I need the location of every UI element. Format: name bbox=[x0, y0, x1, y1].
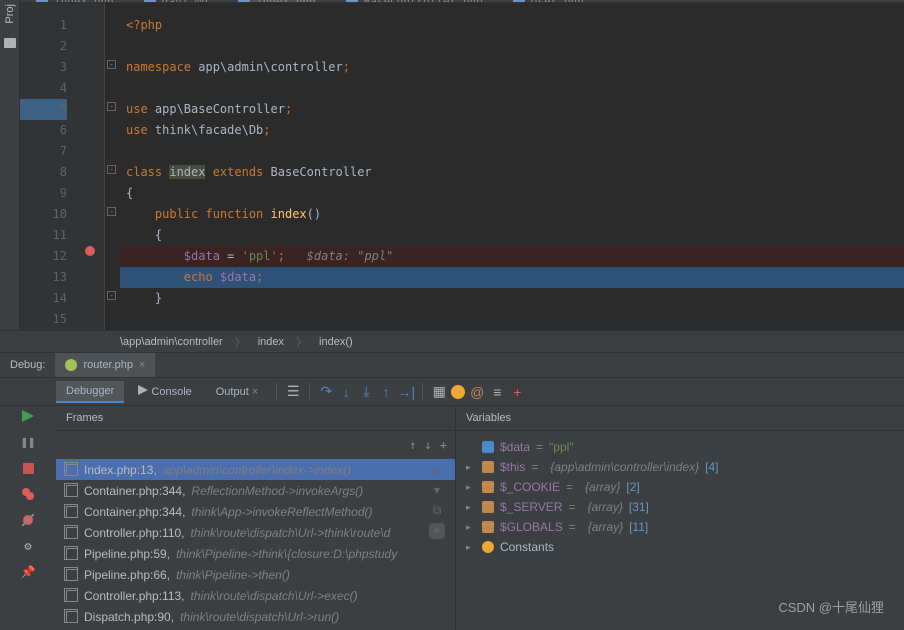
stop-icon[interactable] bbox=[20, 460, 36, 476]
frame-item[interactable]: Pipeline.php:59, think\Pipeline->think\{… bbox=[56, 543, 455, 564]
watch-icon[interactable] bbox=[451, 385, 465, 399]
var-type-icon bbox=[482, 461, 494, 473]
var-type-icon bbox=[482, 441, 494, 453]
debug-toolbar: Debugger Console Output × ☰ ↷ ↓ ⤓ ↑ →| ▦… bbox=[0, 378, 904, 406]
frames-panel: Frames ↑ ↓ + ▴ ▾ ⧉ ⚭ Index.php:13, app\a… bbox=[56, 406, 456, 630]
output-view-tab[interactable]: Output × bbox=[206, 382, 269, 402]
stack-icon bbox=[66, 569, 78, 581]
variable-item[interactable]: ▸$GLOBALS = {array} [11] bbox=[466, 517, 894, 537]
var-type-icon bbox=[482, 541, 494, 553]
mute-breakpoints-icon[interactable] bbox=[20, 512, 36, 528]
view-breakpoints-icon[interactable] bbox=[20, 486, 36, 502]
gutter-marks bbox=[75, 3, 105, 330]
evaluate-icon[interactable]: ▦ bbox=[431, 384, 447, 400]
run-to-cursor-icon[interactable]: →| bbox=[398, 384, 414, 400]
breakpoint-icon[interactable] bbox=[85, 246, 95, 256]
fold-icon[interactable]: - bbox=[107, 165, 116, 174]
stack-icon bbox=[66, 464, 78, 476]
line-numbers: 123456789101112131415 bbox=[20, 3, 75, 330]
fold-icon[interactable]: - bbox=[107, 60, 116, 69]
close-icon[interactable]: × bbox=[252, 386, 258, 398]
variables-header: Variables bbox=[456, 406, 904, 431]
var-type-icon bbox=[482, 521, 494, 533]
breadcrumb-part[interactable]: index() bbox=[319, 336, 353, 348]
frame-item[interactable]: Pipeline.php:66, think\Pipeline->then() bbox=[56, 564, 455, 585]
variable-item[interactable]: ▸$_COOKIE = {array} [2] bbox=[466, 477, 894, 497]
frame-item[interactable]: Dispatch.php:90, think\route\dispatch\Ur… bbox=[56, 606, 455, 627]
debug-side-toolbar: ❚❚ ⚙ 📌 bbox=[0, 406, 56, 630]
debug-label: Debug: bbox=[0, 359, 55, 371]
frame-item[interactable]: Index.php:13, app\admin\controller\index… bbox=[56, 459, 455, 480]
stack-icon bbox=[66, 506, 78, 518]
variable-item[interactable]: ▸$_SERVER = {array} [31] bbox=[466, 497, 894, 517]
code-editor[interactable]: 123456789101112131415 - - - - - <?php na… bbox=[20, 3, 904, 330]
add-frame-icon[interactable]: + bbox=[440, 438, 447, 452]
console-view-tab[interactable]: Console bbox=[128, 381, 201, 402]
step-into-icon[interactable]: ↓ bbox=[338, 384, 354, 400]
editor-area: index.php day1.md index.php BaseControll… bbox=[20, 0, 904, 330]
frame-item[interactable]: Container.php:344, ReflectionMethod->inv… bbox=[56, 480, 455, 501]
pause-icon[interactable]: ❚❚ bbox=[20, 434, 36, 450]
step-over-icon[interactable]: ↷ bbox=[318, 384, 334, 400]
stack-icon bbox=[66, 527, 78, 539]
folder-icon[interactable] bbox=[4, 38, 16, 48]
variable-item[interactable]: $data = "ppl" bbox=[466, 437, 894, 457]
fold-icon[interactable]: - bbox=[107, 102, 116, 111]
code-content[interactable]: <?php namespace app\admin\controller; us… bbox=[120, 3, 904, 330]
project-label[interactable]: Proj bbox=[4, 4, 16, 24]
var-type-icon bbox=[482, 501, 494, 513]
stack-icon bbox=[66, 590, 78, 602]
tab-basecontroller[interactable]: BaseController.php bbox=[346, 0, 483, 2]
project-sidebar: Proj bbox=[0, 0, 20, 330]
force-step-into-icon[interactable]: ⤓ bbox=[358, 384, 374, 400]
tab-index-php-1[interactable]: index.php bbox=[36, 0, 114, 2]
frames-list[interactable]: ▴ ▾ ⧉ ⚭ Index.php:13, app\admin\controll… bbox=[56, 459, 455, 630]
watermark: CSDN @十尾仙狸 bbox=[778, 597, 884, 616]
tab-day1-md[interactable]: day1.md bbox=[144, 0, 208, 2]
play-icon bbox=[138, 385, 148, 395]
threads-icon[interactable]: ☰ bbox=[285, 384, 301, 400]
at-icon[interactable]: @ bbox=[469, 384, 485, 400]
stack-icon bbox=[66, 611, 78, 623]
frames-header: Frames bbox=[56, 406, 455, 431]
settings-icon[interactable]: ⚙ bbox=[20, 538, 36, 554]
variable-item[interactable]: ▸Constants bbox=[466, 537, 894, 557]
scroll-up-icon[interactable]: ▴ bbox=[429, 463, 445, 479]
chevron-right-icon: 〉 bbox=[235, 334, 246, 350]
debug-tab-router[interactable]: router.php × bbox=[55, 353, 155, 377]
frame-item[interactable]: Container.php:344, think\App->invokeRefl… bbox=[56, 501, 455, 522]
stack-icon bbox=[66, 485, 78, 497]
tab-index-php-2[interactable]: index.php bbox=[238, 0, 316, 2]
breadcrumb-part[interactable]: \app\admin\controller bbox=[120, 336, 223, 348]
frame-item[interactable]: Controller.php:113, think\route\dispatch… bbox=[56, 585, 455, 606]
bug-icon bbox=[65, 359, 77, 371]
prev-frame-icon[interactable]: ↑ bbox=[409, 438, 416, 452]
chevron-right-icon: 〉 bbox=[296, 334, 307, 350]
frames-toolbar: ↑ ↓ + bbox=[56, 431, 455, 459]
fold-column: - - - - - bbox=[105, 3, 120, 330]
step-out-icon[interactable]: ↑ bbox=[378, 384, 394, 400]
debug-panel: Debug: router.php × Debugger Console Out… bbox=[0, 352, 904, 630]
frame-item[interactable]: Controller.php:110, think\route\dispatch… bbox=[56, 522, 455, 543]
variable-item[interactable]: ▸$this = {app\admin\controller\index} [4… bbox=[466, 457, 894, 477]
var-type-icon bbox=[482, 481, 494, 493]
list-icon[interactable]: ≡ bbox=[489, 384, 505, 400]
copy-icon[interactable]: ⧉ bbox=[429, 503, 445, 519]
next-frame-icon[interactable]: ↓ bbox=[425, 438, 432, 452]
close-icon[interactable]: × bbox=[139, 359, 145, 371]
fold-icon[interactable]: - bbox=[107, 291, 116, 300]
breadcrumb-part[interactable]: index bbox=[258, 336, 284, 348]
resume-icon[interactable] bbox=[20, 408, 36, 424]
tab-user-php[interactable]: User.php bbox=[513, 0, 584, 2]
link-icon[interactable]: ⚭ bbox=[429, 523, 445, 539]
scroll-down-icon[interactable]: ▾ bbox=[429, 483, 445, 499]
pin-icon[interactable]: 📌 bbox=[20, 564, 36, 580]
fold-icon[interactable]: - bbox=[107, 207, 116, 216]
add-icon[interactable]: + bbox=[509, 384, 525, 400]
breadcrumb: \app\admin\controller 〉 index 〉 index() bbox=[0, 330, 904, 352]
debug-tabs: Debug: router.php × bbox=[0, 353, 904, 378]
debugger-view-tab[interactable]: Debugger bbox=[56, 381, 124, 403]
stack-icon bbox=[66, 548, 78, 560]
